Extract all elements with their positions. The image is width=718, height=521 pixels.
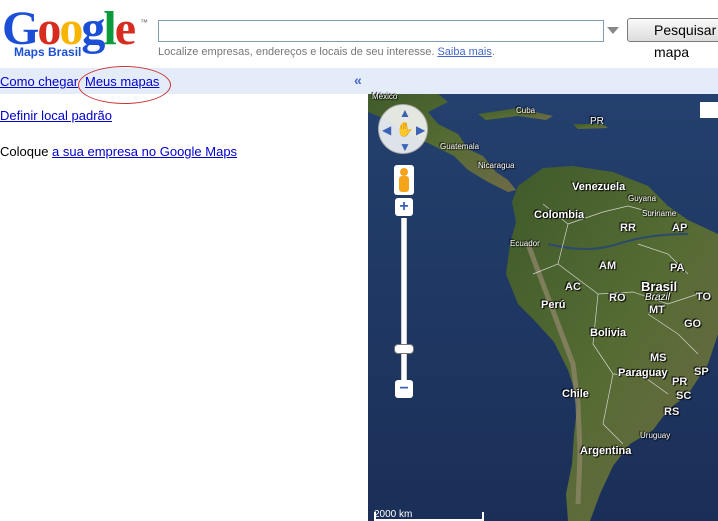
zoom-out-button[interactable]: − <box>395 380 413 398</box>
map-top-bar <box>368 68 718 94</box>
map-label-colombia: Colombia <box>534 209 585 221</box>
pan-left-icon[interactable]: ◀ <box>382 124 391 136</box>
map-label-paraguay: Paraguay <box>618 367 668 379</box>
pan-down-icon[interactable]: ▼ <box>399 141 411 153</box>
map-label-mexico: México <box>372 92 398 101</box>
zoom-slider-track[interactable] <box>401 218 407 380</box>
search-hint-end: . <box>491 46 495 58</box>
map-label-rr: RR <box>620 222 636 234</box>
map-label-ro: RO <box>609 292 626 304</box>
map-label-to: TO <box>696 291 712 303</box>
map-label-uruguay: Uruguay <box>640 431 671 440</box>
map-label-sc: SC <box>676 390 692 402</box>
map-label-chile: Chile <box>562 388 589 400</box>
search-history-dropdown-icon[interactable] <box>607 27 619 34</box>
add-business-prefix: Coloque <box>0 144 53 159</box>
pan-control[interactable]: ▲ ▼ ◀ ▶ ✋ <box>378 104 428 154</box>
zoom-in-button[interactable]: + <box>395 198 413 216</box>
search-hint: Localize empresas, endereços e locais de… <box>158 46 495 58</box>
google-maps-logo[interactable]: Google ™ Maps Brasil <box>2 4 152 62</box>
zoom-slider-handle[interactable] <box>394 344 414 354</box>
logo-letter: l <box>103 2 116 55</box>
logo-subtitle: Maps Brasil <box>14 45 82 59</box>
logo-trademark: ™ <box>140 18 148 27</box>
map-label-go: GO <box>684 318 702 330</box>
search-button[interactable]: Pesquisar no mapa <box>627 18 718 60</box>
map-view[interactable]: México Cuba PR Guatemala Nicaragua Venez… <box>368 68 718 521</box>
street-view-pegman-icon[interactable] <box>394 165 414 195</box>
map-label-sp: SP <box>694 366 709 378</box>
collapse-panel-icon[interactable]: « <box>354 72 362 88</box>
map-label-pr: PR <box>590 116 604 127</box>
learn-more-link[interactable]: Saiba mais <box>437 46 491 58</box>
map-label-am: AM <box>599 260 617 272</box>
map-label-nicaragua: Nicaragua <box>478 161 515 170</box>
map-label-peru: Perú <box>541 299 566 311</box>
map-label-pa: PA <box>670 262 685 274</box>
map-label-cuba: Cuba <box>516 106 536 115</box>
scale-label: 2000 km <box>374 509 413 520</box>
map-label-venezuela: Venezuela <box>572 181 626 193</box>
pegman-head <box>400 168 408 176</box>
map-label-argentina: Argentina <box>580 445 632 457</box>
map-label-brazil: Brazil <box>645 292 671 303</box>
map-label-rs: RS <box>664 406 680 418</box>
map-label-guatemala: Guatemala <box>440 142 480 151</box>
map-label-suriname: Suriname <box>642 209 677 218</box>
pegman-body <box>399 176 409 192</box>
map-type-control[interactable] <box>700 102 718 118</box>
add-business-line: Coloque a sua empresa no Google Maps <box>0 144 237 159</box>
pan-up-icon[interactable]: ▲ <box>399 107 411 119</box>
set-default-location-link[interactable]: Definir local padrão <box>0 108 112 123</box>
add-business-link[interactable]: a sua empresa no Google Maps <box>52 144 237 159</box>
map-label-ms: MS <box>650 352 667 364</box>
map-label-bolivia: Bolivia <box>590 327 627 339</box>
pan-right-icon[interactable]: ▶ <box>416 124 425 136</box>
tab-directions[interactable]: Como chegar <box>0 74 78 89</box>
hand-icon: ✋ <box>396 121 414 137</box>
search-input[interactable] <box>158 20 604 42</box>
map-label-mt: MT <box>649 304 665 316</box>
search-hint-text: Localize empresas, endereços e locais de… <box>158 46 438 58</box>
map-label-pr-state: PR <box>672 376 688 388</box>
logo-letter: e <box>114 2 136 55</box>
map-label-ac: AC <box>565 281 581 293</box>
map-label-guyana: Guyana <box>628 194 657 203</box>
map-label-ap: AP <box>672 222 688 234</box>
map-label-ecuador: Ecuador <box>510 239 540 248</box>
logo-letter: g <box>81 2 105 55</box>
highlight-annotation-oval <box>78 66 171 104</box>
